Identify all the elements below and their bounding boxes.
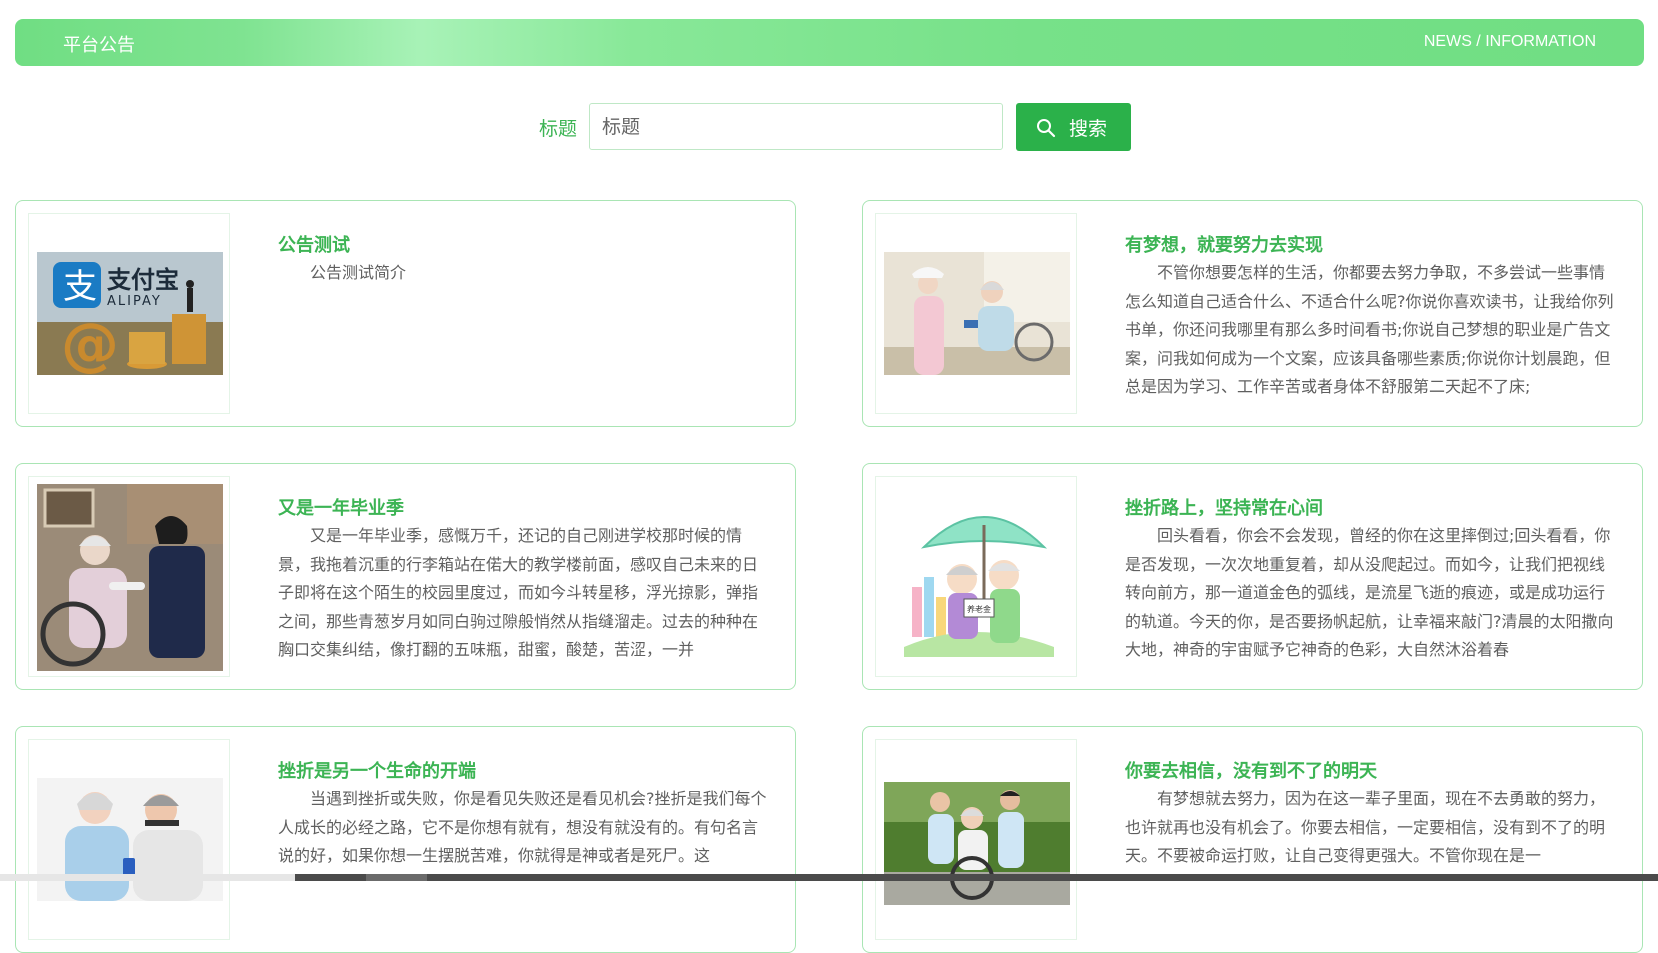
horizontal-scrollbar[interactable] — [0, 874, 1658, 881]
card-image-frame — [28, 476, 230, 677]
card-image[interactable] — [37, 778, 223, 901]
card-image[interactable]: 养老金 — [884, 487, 1070, 667]
card-summary: 回头看看，你会不会发现，曾经的你在这里摔倒过;回头看看，你是否发现，一次次地重复… — [1125, 526, 1614, 659]
card-summary: 公告测试简介 — [310, 263, 407, 282]
svg-text:支: 支 — [63, 267, 97, 307]
card-summary: 当遇到挫折或失败，你是看见失败还是看见机会?挫折是我们每个人成长的必经之路，它不… — [278, 789, 767, 865]
card-image[interactable] — [37, 484, 223, 671]
search-icon — [1037, 119, 1056, 138]
svg-text:ALIPAY: ALIPAY — [107, 294, 162, 309]
card-image-frame — [28, 739, 230, 940]
card-title[interactable]: 挫折路上，坚持常在心间 — [1125, 494, 1323, 520]
card-image-frame: 养老金 — [875, 476, 1077, 677]
search-button[interactable]: 搜索 — [1016, 103, 1131, 151]
card-title[interactable]: 你要去相信，没有到不了的明天 — [1125, 757, 1377, 783]
page-title: 平台公告 — [63, 35, 135, 56]
card-image[interactable] — [884, 782, 1070, 905]
pension-sign-text: 养老金 — [967, 604, 991, 614]
card-summary: 不管你想要怎样的生活，你都要去努力争取，不多尝试一些事情怎么知道自己适合什么、不… — [1125, 263, 1614, 396]
news-card[interactable]: 支 支付宝 ALIPAY @ 公告测试 公告测试简介 — [15, 200, 796, 427]
title-search-input[interactable] — [589, 103, 1003, 150]
card-title[interactable]: 又是一年毕业季 — [278, 494, 404, 520]
card-title[interactable]: 挫折是另一个生命的开端 — [278, 757, 476, 783]
scrollbar-thumb-highlight — [366, 874, 427, 881]
card-image-frame — [875, 739, 1077, 940]
announcement-banner: 平台公告 NEWS / INFORMATION — [15, 19, 1644, 66]
news-card[interactable]: 养老金 挫折路上，坚持常在心间 回头看看，你会不会发现，曾经的你在这里摔倒过;回… — [862, 463, 1643, 690]
svg-text:@: @ — [61, 310, 119, 375]
card-image-frame — [875, 213, 1077, 414]
page-subtitle: NEWS / INFORMATION — [1423, 33, 1596, 50]
card-title[interactable]: 有梦想，就要努力去实现 — [1125, 231, 1323, 257]
card-image-frame: 支 支付宝 ALIPAY @ — [28, 213, 230, 414]
news-card[interactable]: 挫折是另一个生命的开端 当遇到挫折或失败，你是看见失败还是看见机会?挫折是我们每… — [15, 726, 796, 953]
card-summary: 有梦想就去努力，因为在这一辈子里面，现在不去勇敢的努力，也许就再也没有机会了。你… — [1125, 789, 1606, 865]
card-summary: 又是一年毕业季，感慨万千，还记的自己刚进学校那时候的情景，我拖着沉重的行李箱站在… — [278, 526, 759, 659]
search-button-label: 搜索 — [1069, 118, 1108, 140]
news-card[interactable]: 有梦想，就要努力去实现 不管你想要怎样的生活，你都要去努力争取，不多尝试一些事情… — [862, 200, 1643, 427]
news-card[interactable]: 又是一年毕业季 又是一年毕业季，感慨万千，还记的自己刚进学校那时候的情景，我拖着… — [15, 463, 796, 690]
search-label: 标题 — [539, 118, 578, 140]
svg-text:支付宝: 支付宝 — [107, 266, 179, 294]
card-image[interactable] — [884, 252, 1070, 375]
scrollbar-thumb[interactable] — [295, 874, 1658, 881]
news-card[interactable]: 你要去相信，没有到不了的明天 有梦想就去努力，因为在这一辈子里面，现在不去勇敢的… — [862, 726, 1643, 953]
card-image[interactable]: 支 支付宝 ALIPAY @ — [37, 252, 223, 375]
card-title[interactable]: 公告测试 — [278, 231, 350, 257]
